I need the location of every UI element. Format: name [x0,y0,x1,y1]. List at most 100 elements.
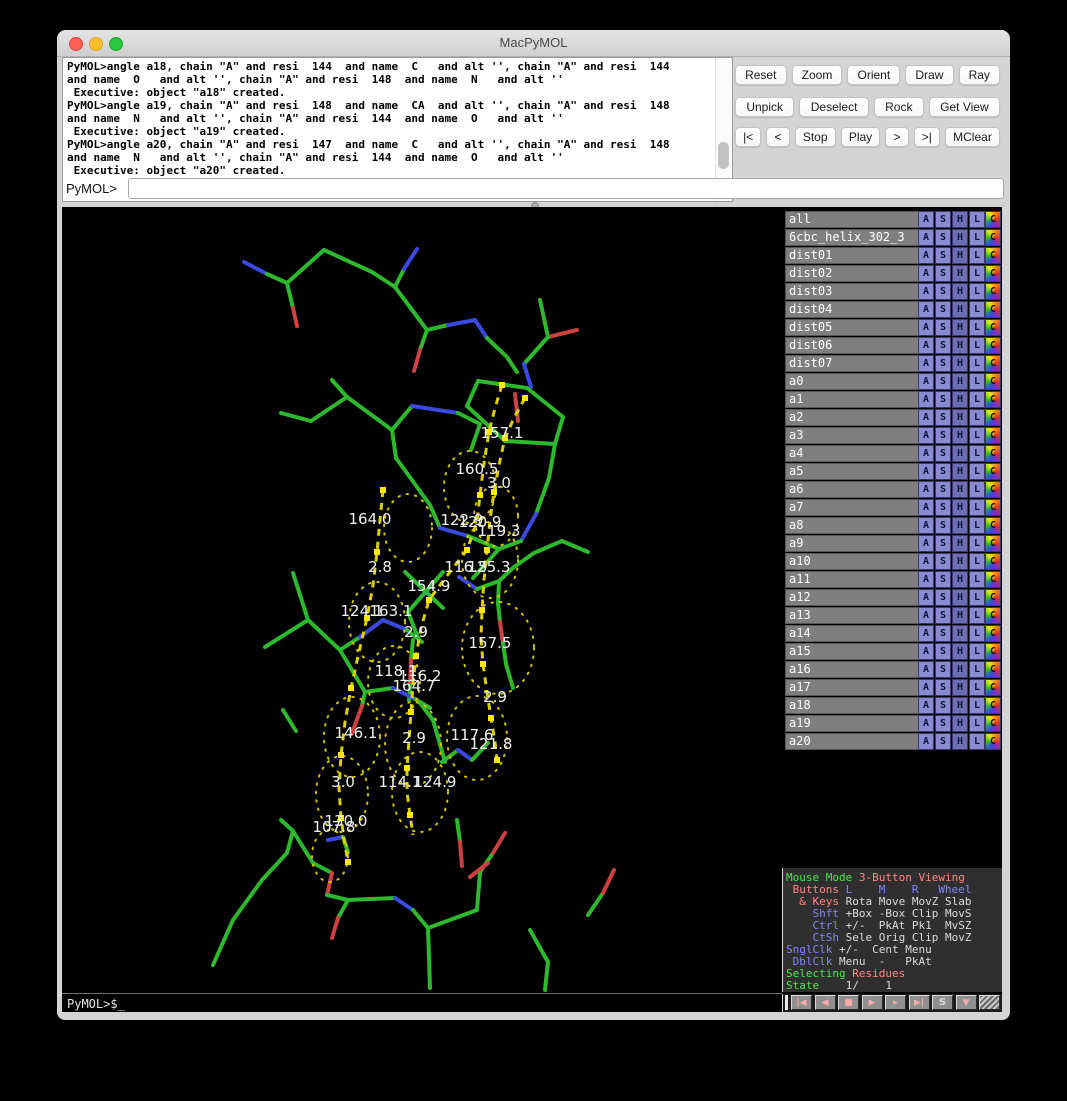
h-action-button[interactable]: H [952,607,968,624]
l-action-button[interactable]: L [969,265,985,282]
a-action-button[interactable]: A [918,643,934,660]
l-action-button[interactable]: L [969,589,985,606]
s-action-button[interactable]: S [935,697,951,714]
object-name[interactable]: a0 [785,373,920,390]
h-action-button[interactable]: H [952,229,968,246]
a-action-button[interactable]: A [918,481,934,498]
c-action-button[interactable]: C [985,481,1001,498]
s-action-button[interactable]: S [935,229,951,246]
s-action-button[interactable]: S [935,355,951,372]
object-name[interactable]: a2 [785,409,920,426]
s-action-button[interactable]: S [935,535,951,552]
c-action-button[interactable]: C [985,517,1001,534]
object-name[interactable]: a9 [785,535,920,552]
c-action-button[interactable]: C [985,409,1001,426]
c-action-button[interactable]: C [985,229,1001,246]
c-action-button[interactable]: C [985,247,1001,264]
object-name[interactable]: a11 [785,571,920,588]
s-action-button[interactable]: S [935,319,951,336]
s-action-button[interactable]: S [935,661,951,678]
object-name[interactable]: dist01 [785,247,920,264]
a-action-button[interactable]: A [918,229,934,246]
s-action-button[interactable]: S [935,391,951,408]
object-name[interactable]: a10 [785,553,920,570]
l-action-button[interactable]: L [969,661,985,678]
h-action-button[interactable]: H [952,571,968,588]
c-action-button[interactable]: C [985,625,1001,642]
s-action-button[interactable]: S [935,643,951,660]
a-action-button[interactable]: A [918,409,934,426]
a-action-button[interactable]: A [918,499,934,516]
state-button[interactable]: S [932,995,953,1010]
l-action-button[interactable]: L [969,355,985,372]
object-name[interactable]: a1 [785,391,920,408]
object-name[interactable]: a13 [785,607,920,624]
a-action-button[interactable]: A [918,337,934,354]
stop-button[interactable]: Stop [795,127,836,147]
s-action-button[interactable]: S [935,247,951,264]
s-action-button[interactable]: S [935,481,951,498]
c-action-button[interactable]: C [985,427,1001,444]
c-action-button[interactable]: C [985,499,1001,516]
a-action-button[interactable]: A [918,625,934,642]
l-action-button[interactable]: L [969,553,985,570]
fast-forward-button[interactable]: ▶| [909,995,930,1010]
a-action-button[interactable]: A [918,733,934,750]
object-name[interactable]: a12 [785,589,920,606]
h-action-button[interactable]: H [952,661,968,678]
frame-first-button[interactable]: |< [735,127,761,147]
a-action-button[interactable]: A [918,373,934,390]
c-action-button[interactable]: C [985,697,1001,714]
h-action-button[interactable]: H [952,445,968,462]
object-name[interactable]: a19 [785,715,920,732]
l-action-button[interactable]: L [969,229,985,246]
mclear-button[interactable]: MClear [945,127,1000,147]
l-action-button[interactable]: L [969,697,985,714]
h-action-button[interactable]: H [952,211,968,228]
h-action-button[interactable]: H [952,625,968,642]
h-action-button[interactable]: H [952,283,968,300]
object-name[interactable]: a15 [785,643,920,660]
title-bar[interactable]: MacPyMOL [57,30,1010,57]
s-action-button[interactable]: S [935,283,951,300]
resize-grip[interactable] [979,995,1000,1010]
h-action-button[interactable]: H [952,391,968,408]
object-name[interactable]: 6cbc_helix_302_3 [785,229,920,246]
s-action-button[interactable]: S [935,715,951,732]
object-name[interactable]: a14 [785,625,920,642]
step-back-button[interactable]: ◀ [815,995,836,1010]
object-name[interactable]: a7 [785,499,920,516]
l-action-button[interactable]: L [969,373,985,390]
h-action-button[interactable]: H [952,409,968,426]
l-action-button[interactable]: L [969,679,985,696]
h-action-button[interactable]: H [952,643,968,660]
a-action-button[interactable]: A [918,391,934,408]
l-action-button[interactable]: L [969,517,985,534]
c-action-button[interactable]: C [985,679,1001,696]
c-action-button[interactable]: C [985,391,1001,408]
c-action-button[interactable]: C [985,445,1001,462]
a-action-button[interactable]: A [918,463,934,480]
reset-button[interactable]: Reset [735,65,787,85]
a-action-button[interactable]: A [918,607,934,624]
c-action-button[interactable]: C [985,211,1001,228]
object-name[interactable]: dist02 [785,265,920,282]
frame-prev-button[interactable]: < [766,127,789,147]
c-action-button[interactable]: C [985,715,1001,732]
h-action-button[interactable]: H [952,301,968,318]
a-action-button[interactable]: A [918,571,934,588]
c-action-button[interactable]: C [985,571,1001,588]
frame-last-button[interactable]: >| [914,127,940,147]
draw-button[interactable]: Draw [905,65,953,85]
a-action-button[interactable]: A [918,553,934,570]
object-name[interactable]: a3 [785,427,920,444]
object-name[interactable]: a17 [785,679,920,696]
object-name[interactable]: a18 [785,697,920,714]
l-action-button[interactable]: L [969,499,985,516]
ray-button[interactable]: Ray [959,65,1001,85]
c-action-button[interactable]: C [985,355,1001,372]
play-button[interactable]: ▶ [862,995,883,1010]
object-name[interactable]: a4 [785,445,920,462]
s-action-button[interactable]: S [935,517,951,534]
a-action-button[interactable]: A [918,283,934,300]
